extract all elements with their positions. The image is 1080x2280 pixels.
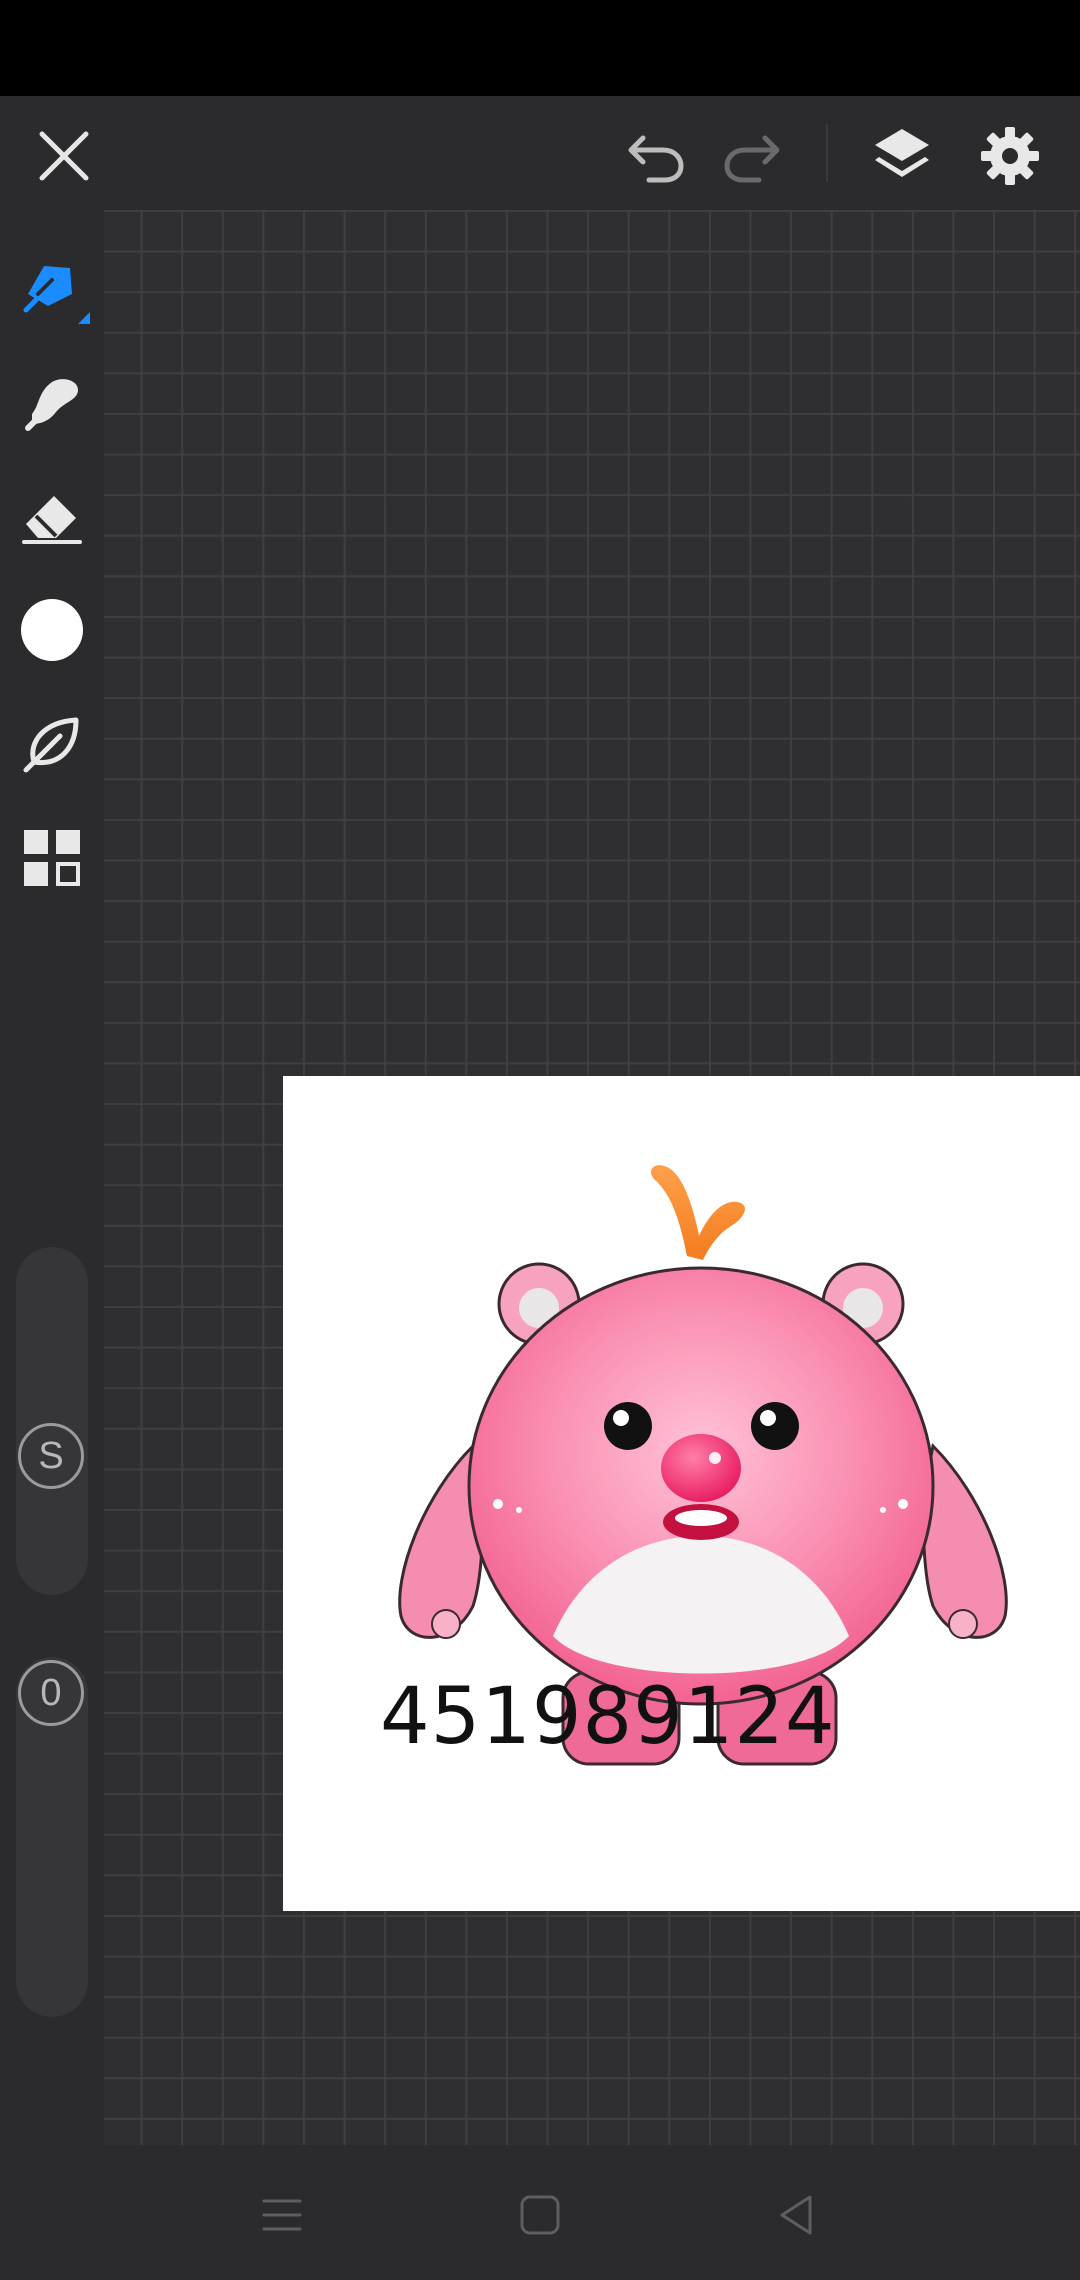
toolbar-divider (826, 124, 828, 182)
tool-sidebar: S 0 (0, 210, 104, 2145)
back-button[interactable] (756, 2175, 836, 2255)
pen-icon (23, 266, 90, 324)
color-swatch (21, 599, 83, 661)
settings-button[interactable] (970, 116, 1050, 196)
brush-size-slider[interactable] (16, 1247, 88, 1595)
opacity-badge: 0 (18, 1660, 84, 1726)
status-bar (0, 0, 1080, 96)
layers-icon (875, 129, 929, 177)
redo-icon (724, 135, 780, 183)
pink-creature-drawing (398, 1165, 1008, 1766)
close-button[interactable] (24, 116, 104, 196)
workspace-grid[interactable]: 451989124 (104, 210, 1080, 2145)
menu-icon (262, 2199, 302, 2231)
pen-tool[interactable] (12, 246, 92, 326)
system-nav-bar (0, 2145, 1080, 2280)
canvas-text-overlay: 451989124 (380, 1672, 836, 1762)
gear-icon (981, 127, 1039, 185)
undo-icon (628, 135, 684, 183)
grid-tool[interactable] (12, 818, 92, 898)
recent-apps-button[interactable] (242, 2175, 322, 2255)
drawing-canvas[interactable]: 451989124 (283, 1076, 1080, 1911)
lasso-tool[interactable] (12, 704, 92, 784)
smudge-tool[interactable] (12, 360, 92, 440)
drawing-app: S 0 451989124 (0, 0, 1080, 2280)
redo-button[interactable] (712, 116, 792, 196)
undo-button[interactable] (616, 116, 696, 196)
top-toolbar (0, 96, 1080, 210)
color-picker[interactable] (12, 590, 92, 670)
eraser-tool[interactable] (12, 476, 92, 556)
home-icon (520, 2195, 560, 2235)
leaf-lasso-icon (23, 717, 79, 773)
eraser-icon (22, 496, 82, 544)
back-icon (780, 2195, 812, 2235)
home-button[interactable] (500, 2175, 580, 2255)
brush-size-badge: S (18, 1423, 84, 1489)
grid-icon (24, 830, 80, 886)
layers-button[interactable] (862, 116, 942, 196)
smudge-icon (25, 379, 78, 431)
close-icon (39, 131, 89, 181)
